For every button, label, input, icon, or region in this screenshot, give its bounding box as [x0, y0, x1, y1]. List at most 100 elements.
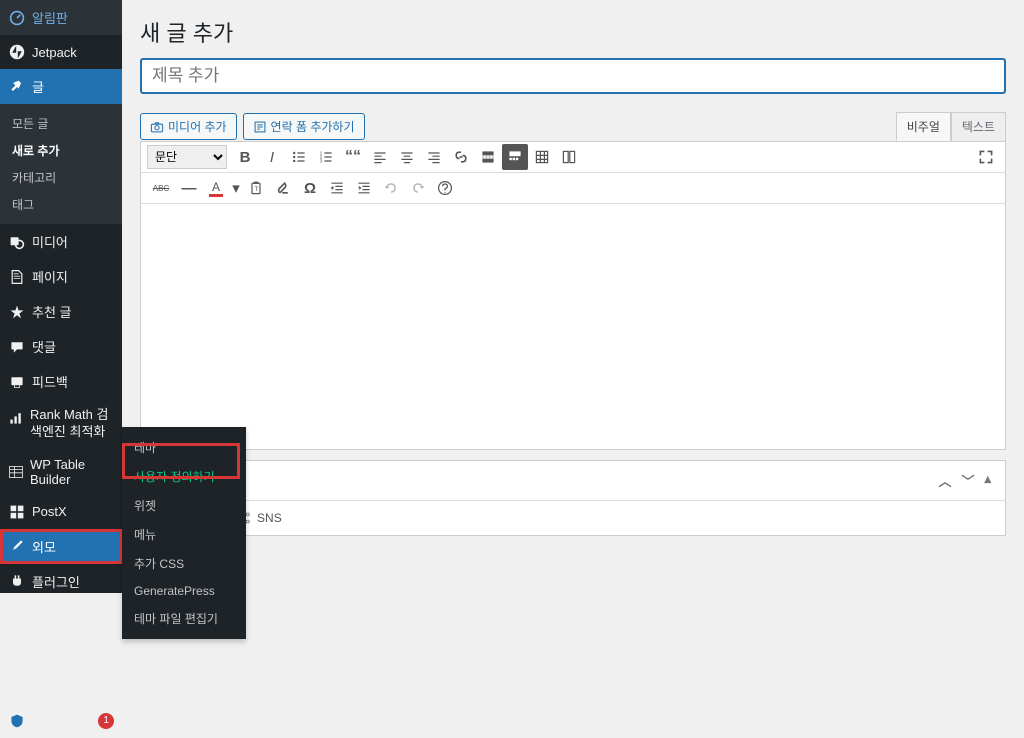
sidebar-label: 페이지 — [32, 267, 68, 286]
post-title-input[interactable] — [140, 58, 1006, 94]
hr-button[interactable]: — — [176, 175, 202, 201]
sub-tags[interactable]: 태그 — [0, 191, 122, 218]
sidebar-label: 글 — [32, 77, 44, 96]
italic-button[interactable]: I — [259, 144, 285, 170]
sidebar-label: 도구 — [32, 642, 56, 661]
flyout-generatepress[interactable]: GeneratePress — [122, 578, 246, 604]
panel-body: Schema SNS — [141, 501, 1005, 535]
sub-new-post[interactable]: 새로 추가 — [0, 137, 122, 164]
flyout-themes[interactable]: 테마 — [122, 433, 246, 462]
text-tab[interactable]: 텍스트 — [951, 112, 1006, 141]
columns-button[interactable] — [556, 144, 582, 170]
number-list-button[interactable]: 123 — [313, 144, 339, 170]
sidebar-label: 설정 — [32, 677, 56, 696]
feedback-icon — [8, 373, 26, 391]
flyout-theme-editor[interactable]: 테마 파일 편집기 — [122, 604, 246, 633]
panel-up-button[interactable]: ︿ — [938, 471, 951, 490]
flyout-menus[interactable]: 메뉴 — [122, 520, 246, 549]
table-button[interactable] — [529, 144, 555, 170]
flyout-css[interactable]: 추가 CSS — [122, 549, 246, 578]
panel-header: 최적화 ︿ ﹀ ▴ — [141, 461, 1005, 501]
sub-categories[interactable]: 카테고리 — [0, 164, 122, 191]
sidebar-submenu-posts: 모든 글 새로 추가 카테고리 태그 — [0, 104, 122, 224]
sliders-icon — [8, 677, 26, 695]
sidebar-item-users[interactable]: 사용자 — [0, 599, 122, 634]
camera-icon — [150, 120, 164, 134]
brush-icon — [8, 537, 26, 555]
appearance-flyout: 테마 사용자 정의하기 위젯 메뉴 추가 CSS GeneratePress 테… — [122, 427, 246, 639]
bold-button[interactable]: B — [232, 144, 258, 170]
sidebar-item-appearance[interactable]: 외모 — [0, 529, 122, 564]
wrench-icon — [8, 642, 26, 660]
sub-all-posts[interactable]: 모든 글 — [0, 110, 122, 137]
format-select[interactable]: 문단 — [147, 145, 227, 169]
read-more-button[interactable] — [475, 144, 501, 170]
quote-button[interactable]: ““ — [340, 144, 366, 170]
sidebar-item-dashboard[interactable]: 알림판 — [0, 0, 122, 35]
editor-toolbar-row2: ABC — A ▾ T Ω — [141, 173, 1005, 204]
align-left-button[interactable] — [367, 144, 393, 170]
sidebar-label: 플러그인 — [32, 572, 80, 591]
sidebar-label: 외모 — [32, 537, 56, 556]
sidebar-label: WP Table Builder — [30, 457, 114, 487]
editor-tools-row: 미디어 추가 연락 폼 추가하기 비주얼 텍스트 — [140, 112, 1006, 141]
paste-text-button[interactable]: T — [243, 175, 269, 201]
panel-down-button[interactable]: ﹀ — [961, 471, 974, 490]
undo-button[interactable] — [378, 175, 404, 201]
main-content: 새 글 추가 미디어 추가 연락 폼 추가하기 비주얼 텍스트 문단 B I 1… — [122, 0, 1024, 536]
sidebar-item-rankmath[interactable]: Rank Math 검색엔진 최적화 — [0, 399, 122, 449]
sidebar-label: Wordfence — [32, 713, 95, 728]
sidebar-item-settings[interactable]: 설정 — [0, 669, 122, 704]
sidebar-item-comments[interactable]: 댓글 — [0, 329, 122, 364]
form-icon — [253, 120, 267, 134]
plugin-icon — [8, 572, 26, 590]
shield-icon — [8, 712, 26, 730]
indent-button[interactable] — [351, 175, 377, 201]
tab-label: SNS — [257, 511, 282, 525]
sidebar-item-featured[interactable]: 추천 글 — [0, 294, 122, 329]
button-label: 미디어 추가 — [168, 118, 227, 135]
badge-count: 1 — [98, 713, 114, 729]
editor-content-area[interactable] — [141, 204, 1005, 449]
chart-icon — [8, 409, 24, 427]
add-media-button[interactable]: 미디어 추가 — [140, 113, 237, 140]
link-button[interactable] — [448, 144, 474, 170]
comment-icon — [8, 338, 26, 356]
sidebar-label: 미디어 — [32, 232, 68, 251]
flyout-widgets[interactable]: 위젯 — [122, 491, 246, 520]
visual-tab[interactable]: 비주얼 — [896, 112, 951, 141]
special-char-button[interactable]: Ω — [297, 175, 323, 201]
button-label: 연락 폼 추가하기 — [271, 118, 355, 135]
outdent-button[interactable] — [324, 175, 350, 201]
sidebar-item-posts[interactable]: 글 — [0, 69, 122, 104]
sidebar-item-feedback[interactable]: 피드백 — [0, 364, 122, 399]
clear-format-button[interactable] — [270, 175, 296, 201]
svg-text:3: 3 — [320, 159, 323, 165]
bullet-list-button[interactable] — [286, 144, 312, 170]
toolbar-toggle-button[interactable] — [502, 144, 528, 170]
redo-button[interactable] — [405, 175, 431, 201]
sidebar-item-plugins[interactable]: 플러그인 — [0, 564, 122, 599]
sidebar-item-pages[interactable]: 페이지 — [0, 259, 122, 294]
text-color-button[interactable]: A — [203, 175, 229, 201]
sidebar-item-tools[interactable]: 도구 — [0, 634, 122, 669]
color-dropdown-button[interactable]: ▾ — [230, 175, 242, 201]
align-center-button[interactable] — [394, 144, 420, 170]
sidebar-item-wptable[interactable]: WP Table Builder — [0, 449, 122, 495]
fullscreen-button[interactable] — [973, 144, 999, 170]
sidebar-label: 피드백 — [32, 372, 68, 391]
add-contact-form-button[interactable]: 연락 폼 추가하기 — [243, 113, 365, 140]
align-right-button[interactable] — [421, 144, 447, 170]
sidebar-item-postx[interactable]: PostX — [0, 495, 122, 529]
sidebar-item-media[interactable]: 미디어 — [0, 224, 122, 259]
page-title: 새 글 추가 — [140, 0, 1006, 58]
sidebar-item-jetpack[interactable]: Jetpack — [0, 35, 122, 69]
sidebar-label: Jetpack — [32, 45, 77, 60]
sidebar-label: PostX — [32, 504, 67, 519]
sidebar-item-wordfence[interactable]: Wordfence 1 — [0, 704, 122, 738]
panel-toggle-button[interactable]: ▴ — [984, 471, 991, 490]
gauge-icon — [8, 9, 26, 27]
help-button[interactable] — [432, 175, 458, 201]
flyout-customize[interactable]: 사용자 정의하기 — [122, 462, 246, 491]
strikethrough-button[interactable]: ABC — [147, 175, 175, 201]
